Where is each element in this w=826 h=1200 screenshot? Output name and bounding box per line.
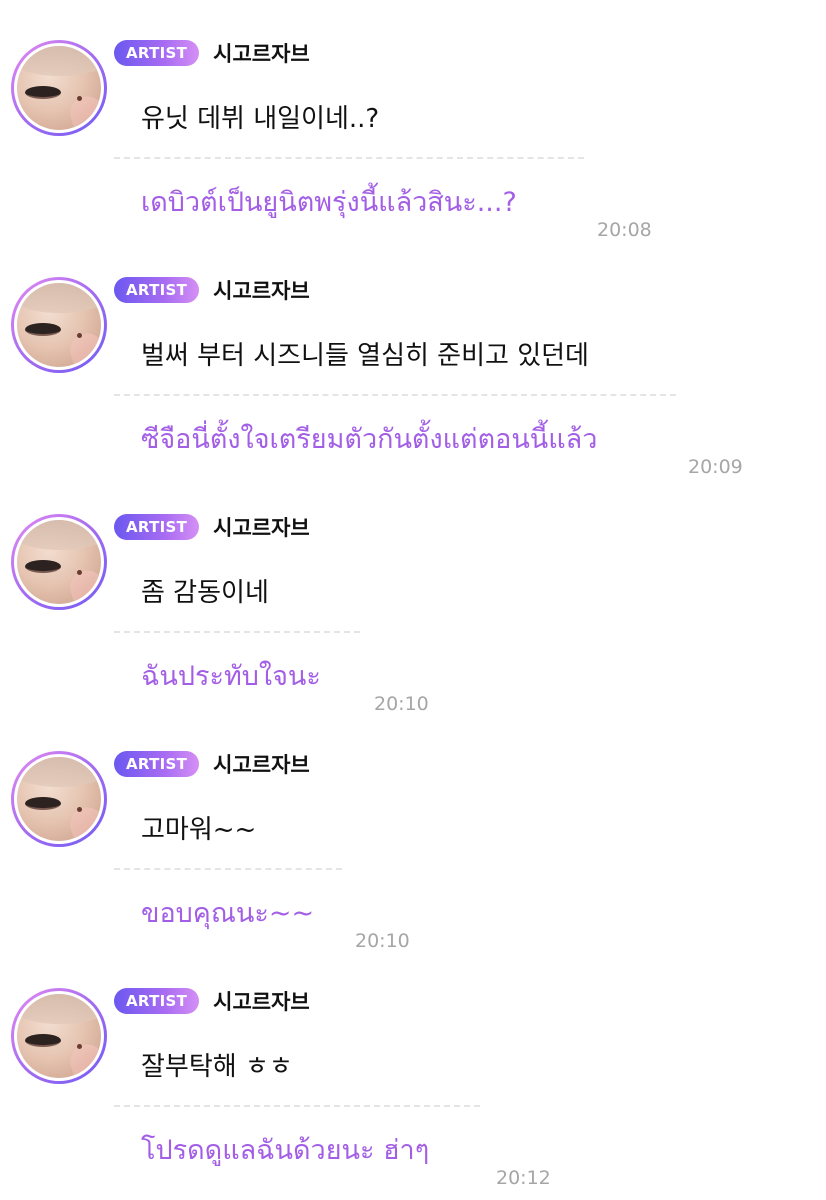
message-header: ARTIST 시고르자브 — [114, 514, 310, 540]
avatar-photo — [14, 517, 104, 607]
chat-message: ARTIST 시고르자브 유닛 데뷔 내일이네..? เดบิวต์เป็นยู… — [0, 0, 826, 241]
original-message-text: 벌써 부터 시즈니들 열심히 준비고 있던데 — [141, 341, 589, 371]
author-name: 시고르자브 — [213, 516, 310, 540]
author-name: 시고르자브 — [213, 990, 310, 1014]
translated-message-text: ซีจือนี่ตั้งใจเตรียมตัวกันตั้งแต่ตอนนี้แ… — [141, 424, 598, 455]
artist-avatar[interactable] — [11, 988, 107, 1084]
artist-badge: ARTIST — [114, 988, 200, 1014]
chat-message: ARTIST 시고르자브 잘부탁해 ㅎㅎ โปรดดูแลฉันด้วยนะ ฮ… — [0, 948, 826, 1189]
chat-message: ARTIST 시고르자브 좀 감동이네 ฉันประทับใจนะ 20:10 — [0, 474, 826, 715]
translated-message-text: โปรดดูแลฉันด้วยนะ ฮ่าๆ — [141, 1135, 430, 1166]
translated-message-text: ฉันประทับใจนะ — [141, 661, 321, 692]
artist-avatar[interactable] — [11, 514, 107, 610]
artist-avatar[interactable] — [11, 277, 107, 373]
avatar-photo — [14, 43, 104, 133]
original-message-text: 잘부탁해 ㅎㅎ — [141, 1052, 293, 1082]
translated-message-text: ขอบคุณนะ~~ — [141, 898, 315, 929]
author-name: 시고르자브 — [213, 279, 310, 303]
artist-badge: ARTIST — [114, 514, 200, 540]
original-message-text: 좀 감동이네 — [141, 578, 269, 608]
message-header: ARTIST 시고르자브 — [114, 988, 310, 1014]
artist-avatar[interactable] — [11, 751, 107, 847]
chat-message: ARTIST 시고르자브 벌써 부터 시즈니들 열심히 준비고 있던데 ซีจื… — [0, 237, 826, 478]
translation-divider — [114, 631, 360, 633]
chat-message-list[interactable]: ARTIST 시고르자브 유닛 데뷔 내일이네..? เดบิวต์เป็นยู… — [0, 0, 826, 1200]
artist-badge: ARTIST — [114, 277, 200, 303]
message-header: ARTIST 시고르자브 — [114, 277, 310, 303]
author-name: 시고르자브 — [213, 42, 310, 66]
author-name: 시고르자브 — [213, 753, 310, 777]
message-header: ARTIST 시고르자브 — [114, 40, 310, 66]
translated-message-text: เดบิวต์เป็นยูนิตพรุ่งนี้แล้วสินะ...? — [141, 187, 517, 218]
avatar-photo — [14, 280, 104, 370]
translation-divider — [114, 1105, 480, 1107]
message-header: ARTIST 시고르자브 — [114, 751, 310, 777]
avatar-photo — [14, 991, 104, 1081]
message-timestamp: 20:12 — [496, 1167, 551, 1189]
chat-message: ARTIST 시고르자브 고마워~~ ขอบคุณนะ~~ 20:10 — [0, 711, 826, 952]
translation-divider — [114, 394, 676, 396]
translation-divider — [114, 157, 584, 159]
artist-badge: ARTIST — [114, 40, 200, 66]
translation-divider — [114, 868, 342, 870]
artist-badge: ARTIST — [114, 751, 200, 777]
original-message-text: 유닛 데뷔 내일이네..? — [141, 104, 380, 134]
artist-avatar[interactable] — [11, 40, 107, 136]
avatar-photo — [14, 754, 104, 844]
original-message-text: 고마워~~ — [141, 815, 257, 845]
